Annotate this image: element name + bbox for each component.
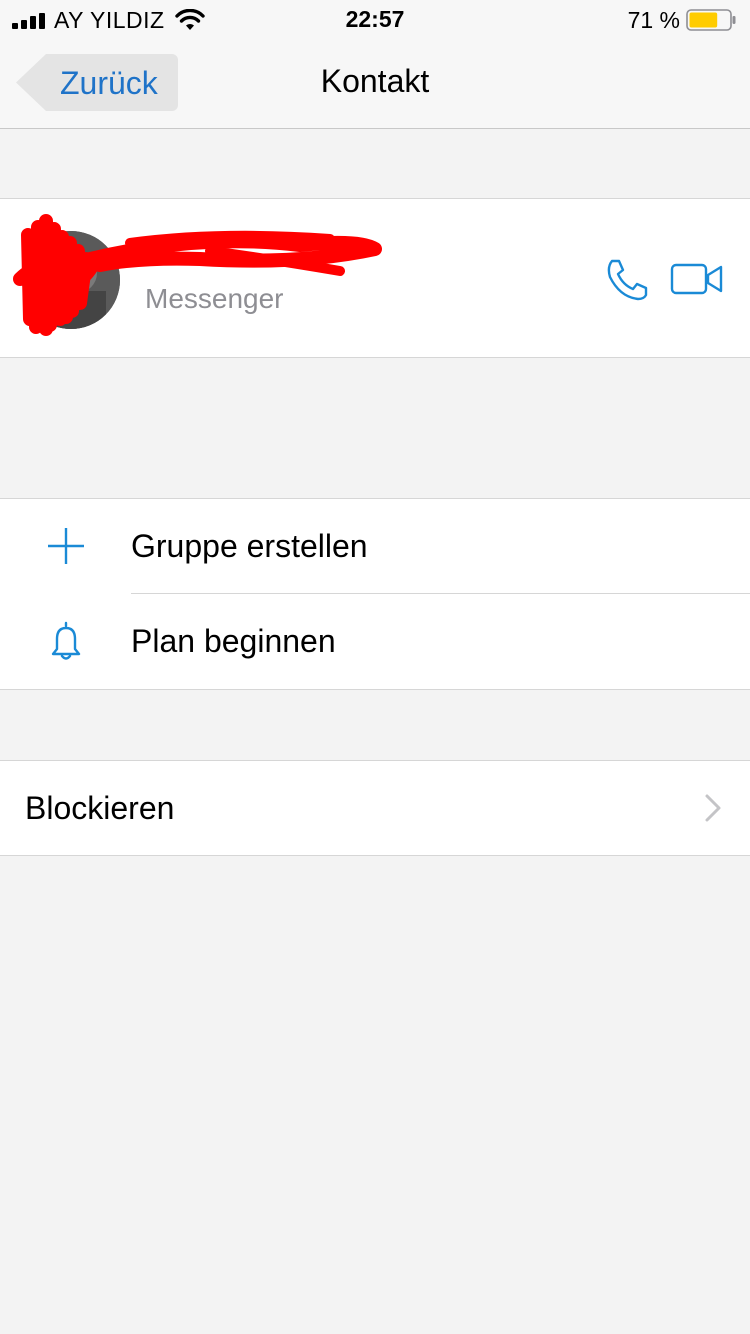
page-title: Kontakt (320, 63, 430, 99)
start-plan-label: Plan beginnen (131, 623, 336, 659)
block-row[interactable]: Blockieren (0, 760, 750, 856)
battery-icon (686, 9, 736, 31)
chevron-right-icon (705, 794, 721, 822)
plus-icon (48, 528, 84, 564)
create-group-label: Gruppe erstellen (131, 528, 368, 564)
navigation-bar: Zurück Kontakt (0, 40, 750, 129)
create-group-row[interactable]: Gruppe erstellen (0, 499, 750, 594)
bell-icon (51, 621, 81, 660)
video-camera-icon[interactable] (670, 263, 724, 295)
battery-percentage: 71 % (627, 7, 680, 33)
contact-subtitle: Messenger (145, 283, 284, 314)
status-bar: AY YILDIZ 22:57 71 % (0, 0, 750, 40)
avatar-image (22, 231, 120, 329)
start-plan-row[interactable]: Plan beginnen (0, 594, 750, 689)
contact-card: Messenger (0, 198, 750, 358)
avatar[interactable] (22, 231, 120, 329)
phone-icon[interactable] (604, 257, 652, 301)
contact-actions-list: Gruppe erstellen Plan beginnen (0, 498, 750, 690)
block-label: Blockieren (25, 790, 175, 826)
